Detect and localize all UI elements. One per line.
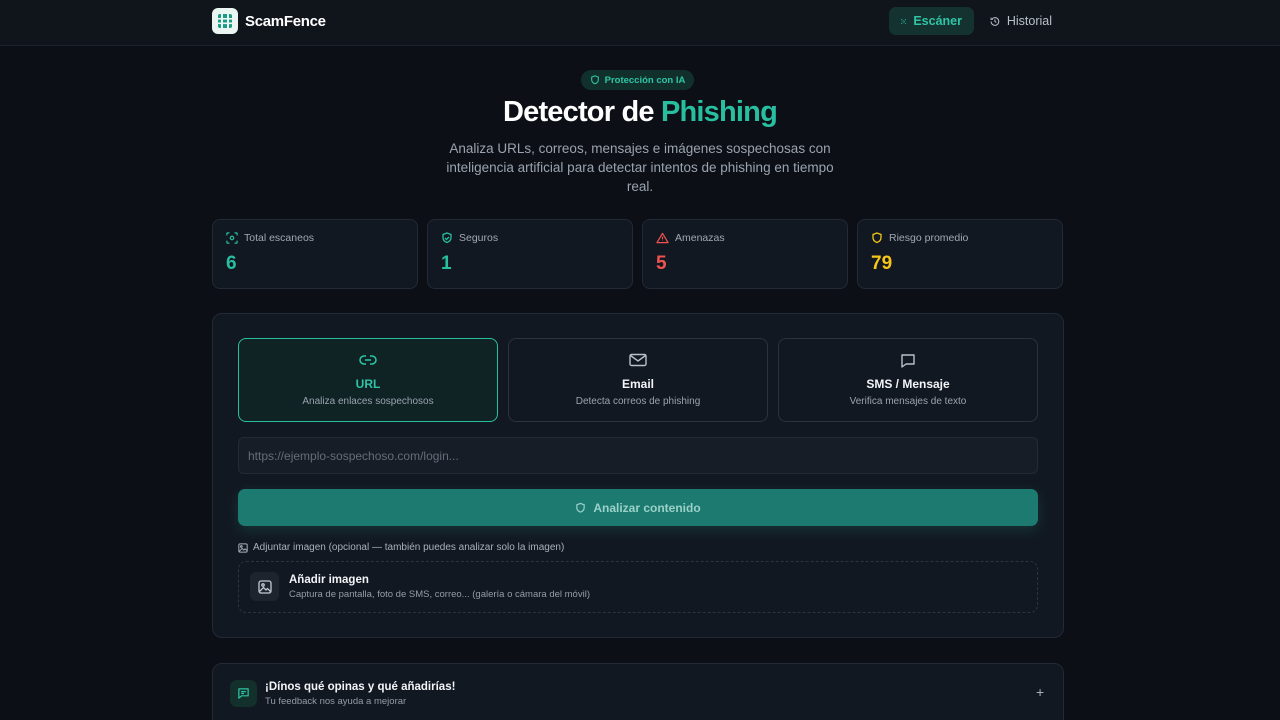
title-main: Detector de xyxy=(502,96,661,128)
tab-label: SMS / Mensaje xyxy=(866,377,950,391)
page-subtitle: Analiza URLs, correos, mensajes e imágen… xyxy=(446,141,834,194)
shield-icon xyxy=(872,232,882,244)
stat-label: Amenazas xyxy=(675,232,725,244)
tab-email[interactable]: Email Detecta correos de phishing xyxy=(508,338,768,422)
message-icon xyxy=(901,354,915,368)
tab-label: Email xyxy=(621,377,654,391)
stat-label: Total escaneos xyxy=(244,232,315,244)
add-image-title: Añadir imagen xyxy=(289,574,369,586)
alert-triangle-icon xyxy=(656,232,669,244)
feedback-subtitle: Tu feedback nos ayuda a mejorar xyxy=(265,696,407,707)
stat-value: 6 xyxy=(226,253,237,274)
title-accent: Phishing xyxy=(660,96,778,128)
stat-value: 5 xyxy=(656,253,667,274)
page-title: Detector de Phishing xyxy=(0,96,1280,129)
image-icon xyxy=(257,579,272,594)
url-input[interactable] xyxy=(238,437,1038,474)
tab-description: Verifica mensajes de texto xyxy=(849,396,967,407)
analyze-button[interactable]: Analizar contenido xyxy=(238,489,1038,526)
add-image-description: Captura de pantalla, foto de SMS, correo… xyxy=(289,589,590,600)
nav-history[interactable]: Historial xyxy=(978,7,1064,35)
tab-description: Analiza enlaces sospechosos xyxy=(302,396,434,407)
feedback-expand-toggle[interactable]: + xyxy=(1036,684,1044,700)
brand-logo[interactable]: ScamFence xyxy=(212,8,326,34)
tab-sms-message[interactable]: SMS / Mensaje Verifica mensajes de texto xyxy=(778,338,1038,422)
logo-icon xyxy=(212,8,238,34)
feedback-icon-box xyxy=(230,680,257,707)
stat-value: 1 xyxy=(441,253,452,274)
image-upload-icon-box xyxy=(250,572,279,601)
stat-label: Seguros xyxy=(459,232,499,244)
analyze-button-label: Analizar contenido xyxy=(593,500,701,515)
feedback-title: ¡Dínos qué opinas y qué añadirías! xyxy=(265,681,456,693)
image-dropzone[interactable]: Añadir imagen Captura de pantalla, foto … xyxy=(238,561,1038,613)
nav-history-label: Historial xyxy=(1006,14,1052,28)
stat-card-threats: Amenazas 5 xyxy=(642,219,848,289)
history-icon xyxy=(990,16,1000,26)
stat-card-safe: Seguros 1 xyxy=(427,219,633,289)
scan-icon xyxy=(901,18,907,24)
shield-icon xyxy=(576,502,586,513)
stat-card-average-risk: Riesgo promedio 79 xyxy=(857,219,1063,289)
link-icon xyxy=(359,355,377,365)
shield-icon xyxy=(590,75,599,85)
attach-image-label: Adjuntar imagen (opcional — también pued… xyxy=(238,542,564,553)
feedback-panel[interactable]: ¡Dínos qué opinas y qué añadirías! Tu fe… xyxy=(212,663,1064,720)
stat-card-total-scans: Total escaneos 6 xyxy=(212,219,418,289)
message-square-icon xyxy=(238,688,249,699)
stat-value: 79 xyxy=(871,253,893,274)
ai-protection-badge: Protección con IA xyxy=(581,70,694,90)
nav-scanner[interactable]: Escáner xyxy=(889,7,974,35)
mail-icon xyxy=(629,353,647,367)
stat-label: Riesgo promedio xyxy=(889,232,969,244)
nav-scanner-label: Escáner xyxy=(913,14,962,28)
scan-icon xyxy=(226,232,238,244)
shield-check-icon xyxy=(442,232,452,244)
tab-description: Detecta correos de phishing xyxy=(575,396,701,407)
tab-label: URL xyxy=(355,377,381,391)
tab-url[interactable]: URL Analiza enlaces sospechosos xyxy=(238,338,498,422)
brand-name: ScamFence xyxy=(245,12,326,30)
image-icon xyxy=(238,542,248,553)
attach-label-text: Adjuntar imagen (opcional — también pued… xyxy=(253,542,565,553)
top-navigation-bar: ScamFence Escáner Historial xyxy=(0,0,1280,46)
badge-label: Protección con IA xyxy=(604,74,686,86)
